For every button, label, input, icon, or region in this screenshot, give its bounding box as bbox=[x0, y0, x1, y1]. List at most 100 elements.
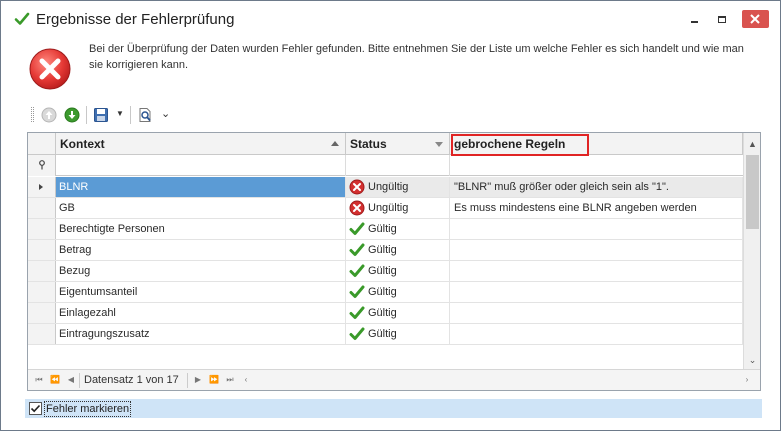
filter-cell-kontext[interactable] bbox=[56, 155, 346, 176]
close-icon bbox=[750, 14, 760, 24]
navigator-separator bbox=[79, 373, 80, 388]
column-header-kontext[interactable]: Kontext bbox=[56, 133, 346, 155]
cell-gebrochene-regel[interactable]: "BLNR" muß größer oder gleich sein als "… bbox=[450, 177, 743, 197]
row-indicator[interactable] bbox=[28, 177, 56, 197]
up-arrow-icon[interactable] bbox=[41, 107, 57, 123]
current-row-icon bbox=[39, 184, 43, 190]
valid-check-icon bbox=[349, 285, 365, 298]
cell-status[interactable]: Gültig bbox=[346, 240, 450, 260]
status-text: Gültig bbox=[368, 223, 397, 235]
mark-errors-bar: Fehler markieren bbox=[25, 399, 762, 418]
first-record-icon[interactable]: ⏮ bbox=[32, 373, 46, 387]
cell-kontext[interactable]: Betrag bbox=[56, 240, 346, 260]
chevron-down-icon[interactable]: ⌄ bbox=[161, 107, 170, 120]
valid-check-icon bbox=[349, 327, 365, 340]
table-row[interactable]: GB Ungültig Es muss mindestens eine BLNR a… bbox=[28, 198, 743, 219]
record-counter: Datensatz 1 von 17 bbox=[84, 374, 179, 386]
filter-cell-status[interactable] bbox=[346, 155, 450, 176]
cell-gebrochene-regel[interactable] bbox=[450, 219, 743, 239]
next-page-icon[interactable]: ⏩ bbox=[207, 373, 221, 387]
scroll-down-button[interactable]: ⌄ bbox=[744, 351, 760, 369]
row-indicator[interactable] bbox=[28, 219, 56, 239]
table-row[interactable]: Betrag Gültig bbox=[28, 240, 743, 261]
save-icon[interactable] bbox=[93, 107, 109, 123]
filter-dropdown-icon[interactable] bbox=[435, 142, 443, 147]
checkmark-icon bbox=[30, 404, 41, 413]
column-header-status[interactable]: Status bbox=[346, 133, 450, 155]
mark-errors-checkbox[interactable] bbox=[29, 402, 42, 415]
cell-kontext[interactable]: Eigentumsanteil bbox=[56, 282, 346, 302]
filter-cell-regeln[interactable] bbox=[450, 155, 743, 176]
toolbar-grip[interactable] bbox=[31, 107, 34, 122]
table-row[interactable]: Einlagezahl Gültig bbox=[28, 303, 743, 324]
search-document-icon[interactable] bbox=[137, 107, 153, 123]
row-indicator[interactable] bbox=[28, 261, 56, 281]
cell-status[interactable]: Gültig bbox=[346, 219, 450, 239]
status-text: Gültig bbox=[368, 244, 397, 256]
cell-gebrochene-regel[interactable] bbox=[450, 303, 743, 323]
results-dialog: Ergebnisse der Fehlerprüfung Bei der Übe… bbox=[0, 0, 781, 431]
cell-kontext[interactable]: BLNR bbox=[56, 177, 346, 197]
maximize-icon bbox=[718, 16, 726, 23]
row-indicator[interactable] bbox=[28, 324, 56, 344]
toolbar-separator bbox=[86, 106, 87, 124]
vertical-scrollbar[interactable]: ▲ ⌄ bbox=[743, 133, 760, 369]
scroll-left-icon[interactable]: ‹ bbox=[239, 373, 253, 387]
cell-gebrochene-regel[interactable]: Es muss mindestens eine BLNR angeben wer… bbox=[450, 198, 743, 218]
cell-kontext[interactable]: Bezug bbox=[56, 261, 346, 281]
close-button[interactable] bbox=[742, 10, 769, 28]
row-indicator[interactable] bbox=[28, 240, 56, 260]
table-row[interactable]: Eigentumsanteil Gültig bbox=[28, 282, 743, 303]
column-header-gebrochene-regeln[interactable]: gebrochene Regeln bbox=[450, 133, 743, 155]
invalid-x-icon bbox=[349, 179, 365, 195]
window-title: Ergebnisse der Fehlerprüfung bbox=[36, 11, 235, 28]
row-indicator[interactable] bbox=[28, 198, 56, 218]
check-icon bbox=[14, 12, 30, 25]
previous-record-icon[interactable]: ◀ bbox=[64, 373, 78, 387]
invalid-x-icon bbox=[349, 200, 365, 216]
cell-kontext[interactable]: GB bbox=[56, 198, 346, 218]
cell-kontext[interactable]: Berechtigte Personen bbox=[56, 219, 346, 239]
cell-status[interactable]: Ungültig bbox=[346, 177, 450, 197]
filter-pin-icon bbox=[39, 160, 45, 170]
cell-status[interactable]: Gültig bbox=[346, 324, 450, 344]
status-text: Gültig bbox=[368, 307, 397, 319]
row-indicator[interactable] bbox=[28, 303, 56, 323]
cell-gebrochene-regel[interactable] bbox=[450, 282, 743, 302]
row-indicator[interactable] bbox=[28, 282, 56, 302]
error-message: Bei der Überprüfung der Daten wurden Feh… bbox=[89, 43, 744, 71]
previous-page-icon[interactable]: ⏪ bbox=[48, 373, 62, 387]
cell-gebrochene-regel[interactable] bbox=[450, 261, 743, 281]
table-row[interactable]: BLNR Ungültig "BLNR" muß größer oder gleic… bbox=[28, 177, 743, 198]
dropdown-arrow-icon[interactable]: ▼ bbox=[116, 109, 124, 118]
status-text: Gültig bbox=[368, 328, 397, 340]
auto-filter-row bbox=[28, 155, 743, 176]
cell-kontext[interactable]: Eintragungszusatz bbox=[56, 324, 346, 344]
down-arrow-icon[interactable] bbox=[64, 107, 80, 123]
error-icon bbox=[29, 48, 71, 90]
column-header-label: Kontext bbox=[60, 137, 105, 151]
status-text: Ungültig bbox=[368, 181, 409, 193]
cell-gebrochene-regel[interactable] bbox=[450, 240, 743, 260]
maximize-button[interactable] bbox=[710, 10, 734, 28]
scroll-up-button[interactable]: ▲ bbox=[744, 135, 760, 153]
next-record-icon[interactable]: ▶ bbox=[191, 373, 205, 387]
toolbar-separator bbox=[130, 106, 131, 124]
status-text: Gültig bbox=[368, 265, 397, 277]
cell-kontext[interactable]: Einlagezahl bbox=[56, 303, 346, 323]
table-row[interactable]: Bezug Gültig bbox=[28, 261, 743, 282]
sort-ascending-icon bbox=[331, 141, 339, 146]
cell-status[interactable]: Gültig bbox=[346, 261, 450, 281]
scroll-thumb[interactable] bbox=[746, 155, 759, 229]
last-record-icon[interactable]: ⏭ bbox=[223, 373, 237, 387]
table-row[interactable]: Berechtigte Personen Gültig bbox=[28, 219, 743, 240]
mark-errors-label[interactable]: Fehler markieren bbox=[44, 401, 132, 417]
cell-gebrochene-regel[interactable] bbox=[450, 324, 743, 344]
scroll-right-icon[interactable]: › bbox=[740, 373, 754, 387]
cell-status[interactable]: Gültig bbox=[346, 282, 450, 302]
minimize-button[interactable] bbox=[682, 10, 706, 28]
column-header-label: Status bbox=[350, 137, 387, 151]
cell-status[interactable]: Ungültig bbox=[346, 198, 450, 218]
table-row[interactable]: Eintragungszusatz Gültig bbox=[28, 324, 743, 345]
cell-status[interactable]: Gültig bbox=[346, 303, 450, 323]
